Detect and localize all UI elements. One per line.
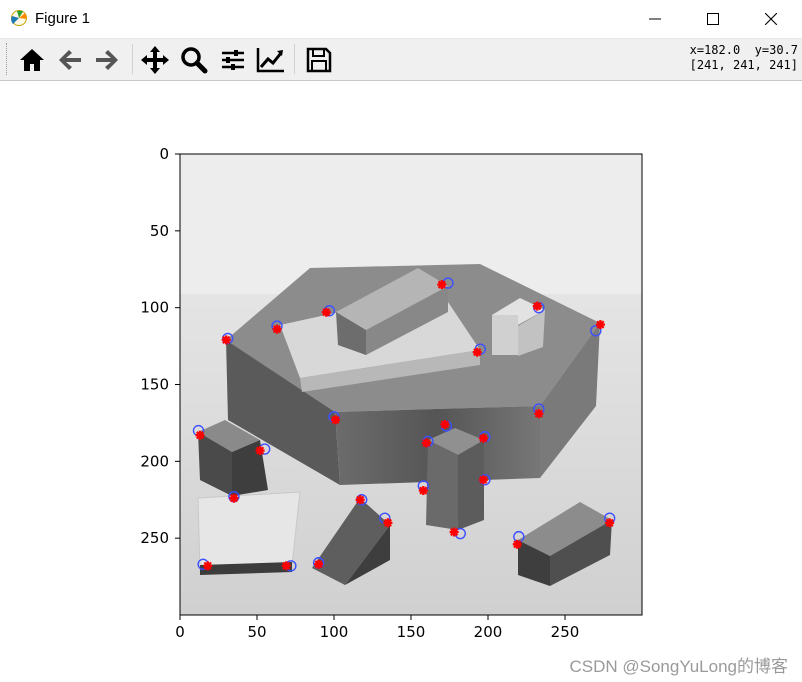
star-marker bbox=[532, 301, 542, 311]
star-marker bbox=[440, 419, 450, 429]
star-marker bbox=[331, 415, 341, 425]
star-marker bbox=[229, 493, 239, 503]
star-marker bbox=[534, 409, 544, 419]
flat-tile bbox=[197, 491, 301, 571]
configure-subplots-icon bbox=[222, 50, 244, 70]
star-marker bbox=[421, 438, 431, 448]
forward-button[interactable] bbox=[90, 43, 124, 77]
minimize-icon bbox=[649, 18, 661, 20]
save-button[interactable] bbox=[302, 43, 336, 77]
y-tick-label: 200 bbox=[140, 452, 169, 470]
star-marker bbox=[272, 324, 282, 334]
star-marker bbox=[449, 527, 459, 537]
home-button[interactable] bbox=[15, 43, 49, 77]
image-content bbox=[180, 154, 642, 615]
zoom-magnifier-icon bbox=[181, 47, 208, 74]
pillar-right bbox=[458, 440, 484, 530]
maximize-icon bbox=[707, 13, 719, 25]
x-tick-label: 50 bbox=[247, 623, 266, 641]
x-tick-label: 100 bbox=[320, 623, 349, 641]
forward-arrow-icon bbox=[96, 50, 118, 70]
pixel-value-readout: [241, 241, 241] bbox=[689, 58, 798, 72]
minimize-button[interactable] bbox=[626, 0, 684, 38]
star-marker bbox=[314, 559, 324, 569]
y-tick-label: 250 bbox=[140, 529, 169, 547]
edit-axis-button[interactable] bbox=[254, 43, 288, 77]
cursor-coordinates: x=182.0 y=30.7 [241, 241, 241] bbox=[690, 43, 798, 73]
zoom-button[interactable] bbox=[177, 43, 211, 77]
back-button[interactable] bbox=[53, 43, 87, 77]
star-marker bbox=[195, 430, 205, 440]
star-marker bbox=[221, 335, 231, 345]
x-tick-label: 250 bbox=[551, 623, 580, 641]
watermark-text: CSDN @SongYuLong的博客 bbox=[569, 657, 788, 676]
matplotlib-app-icon bbox=[11, 10, 27, 26]
close-button[interactable] bbox=[742, 0, 800, 38]
y-tick-label: 150 bbox=[140, 376, 169, 394]
star-marker bbox=[595, 320, 605, 330]
star-marker bbox=[203, 561, 213, 571]
star-marker bbox=[321, 307, 331, 317]
toolbar-grip[interactable] bbox=[6, 43, 11, 75]
edit-axis-icon bbox=[256, 48, 284, 73]
x-tick-label: 200 bbox=[474, 623, 503, 641]
star-marker bbox=[281, 561, 291, 571]
cursor-position-readout: x=182.0 y=30.7 bbox=[689, 43, 798, 57]
maximize-button[interactable] bbox=[684, 0, 742, 38]
close-icon bbox=[765, 13, 777, 25]
configure-subplots-button[interactable] bbox=[216, 43, 250, 77]
star-marker bbox=[512, 539, 522, 549]
toolbar-separator bbox=[294, 44, 295, 74]
star-marker bbox=[478, 433, 488, 443]
star-marker bbox=[355, 495, 365, 505]
star-marker bbox=[478, 475, 488, 485]
pan-button[interactable] bbox=[138, 43, 172, 77]
pillar-left bbox=[426, 440, 458, 530]
figure-canvas[interactable]: 0 50 100 150 200 250 0 50 100 150 200 250 bbox=[0, 81, 802, 651]
y-tick-label: 100 bbox=[140, 299, 169, 317]
star-marker bbox=[383, 518, 393, 528]
star-marker bbox=[605, 518, 615, 528]
navigation-toolbar: x=182.0 y=30.7 [241, 241, 241] bbox=[0, 39, 802, 81]
toolbar-separator bbox=[132, 44, 133, 74]
y-tick-label: 0 bbox=[159, 145, 169, 163]
star-marker bbox=[472, 347, 482, 357]
star-marker bbox=[437, 280, 447, 290]
title-bar: Figure 1 bbox=[0, 0, 802, 39]
x-tick-label: 150 bbox=[397, 623, 426, 641]
star-marker bbox=[418, 486, 428, 496]
cube-left bbox=[492, 315, 518, 355]
star-marker bbox=[255, 446, 265, 456]
x-axis: 0 50 100 150 200 250 bbox=[175, 615, 579, 641]
x-tick-label: 0 bbox=[175, 623, 185, 641]
home-icon bbox=[20, 49, 44, 71]
y-tick-label: 50 bbox=[150, 222, 169, 240]
back-arrow-icon bbox=[59, 50, 81, 70]
save-disk-icon bbox=[306, 47, 332, 73]
y-axis: 0 50 100 150 200 250 bbox=[140, 145, 180, 547]
window-title: Figure 1 bbox=[35, 10, 91, 27]
pan-move-icon bbox=[141, 46, 169, 74]
